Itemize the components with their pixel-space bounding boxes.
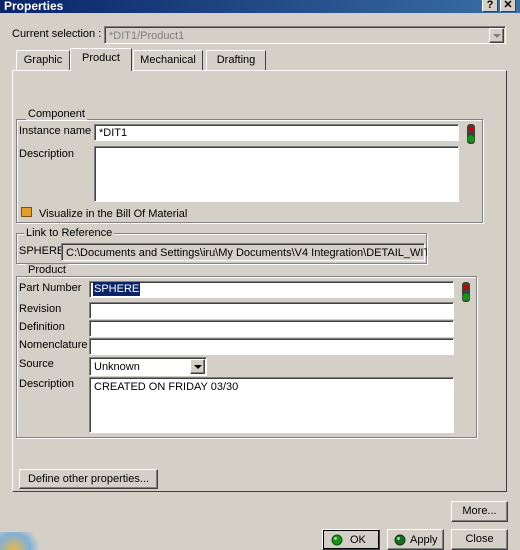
link-path-field[interactable]: C:\Documents and Settings\iru\My Documen… bbox=[61, 243, 427, 261]
link-name: SPHERE bbox=[19, 245, 65, 257]
part-number-label: Part Number bbox=[19, 282, 82, 294]
part-number-field[interactable]: SPHERE bbox=[89, 281, 454, 298]
tab-product-label: Product bbox=[82, 52, 120, 64]
define-other-properties-button[interactable]: Define other properties... bbox=[19, 469, 158, 489]
instance-name-value: *DIT1 bbox=[99, 127, 128, 139]
apply-icon bbox=[394, 534, 406, 546]
window-title: Properties bbox=[4, 0, 64, 13]
current-selection-dropdown-button[interactable] bbox=[489, 28, 504, 43]
source-value: Unknown bbox=[94, 361, 140, 373]
instance-name-label: Instance name bbox=[19, 125, 92, 137]
ok-icon bbox=[331, 534, 343, 546]
chevron-down-icon bbox=[493, 34, 501, 38]
bom-label: Visualize in the Bill Of Material bbox=[39, 208, 188, 220]
chevron-down-icon bbox=[194, 365, 202, 369]
nomenclature-field[interactable] bbox=[89, 338, 454, 355]
traffic-light-icon bbox=[462, 282, 470, 302]
revision-label: Revision bbox=[19, 303, 62, 315]
current-selection-combo[interactable]: *DIT1/Product1 bbox=[104, 26, 506, 44]
close-window-button[interactable]: ✕ bbox=[500, 0, 516, 12]
apply-button[interactable]: Apply bbox=[387, 529, 444, 550]
nomenclature-label: Nomenclature bbox=[19, 339, 88, 351]
current-selection-value: *DIT1/Product1 bbox=[109, 30, 185, 42]
source-dropdown-button[interactable] bbox=[190, 359, 205, 374]
ok-label: OK bbox=[350, 534, 366, 546]
more-button[interactable]: More... bbox=[451, 501, 508, 522]
revision-value bbox=[91, 303, 97, 305]
close-button[interactable]: Close bbox=[451, 529, 508, 550]
component-description-field[interactable] bbox=[94, 146, 459, 202]
source-label: Source bbox=[19, 358, 54, 370]
component-group-title: Component bbox=[26, 108, 87, 120]
bom-checkbox[interactable] bbox=[21, 207, 32, 217]
tab-drafting-label: Drafting bbox=[216, 54, 256, 66]
component-description-value bbox=[96, 147, 102, 149]
definition-label: Definition bbox=[19, 321, 65, 333]
instance-name-field[interactable]: *DIT1 bbox=[94, 124, 459, 141]
help-button[interactable]: ? bbox=[482, 0, 498, 12]
definition-value bbox=[91, 321, 97, 323]
component-description-label: Description bbox=[19, 148, 75, 160]
ok-button[interactable]: OK bbox=[322, 529, 380, 550]
background-logo bbox=[0, 532, 46, 550]
tab-mechanical-label: Mechanical bbox=[140, 54, 196, 66]
nomenclature-value bbox=[91, 339, 97, 341]
tab-mechanical[interactable]: Mechanical bbox=[133, 50, 203, 70]
product-description-field[interactable]: CREATED ON FRIDAY 03/30 bbox=[89, 377, 454, 433]
link-group-title: Link to Reference bbox=[24, 227, 115, 239]
product-description-value: CREATED ON FRIDAY 03/30 bbox=[94, 381, 239, 393]
definition-field[interactable] bbox=[89, 320, 454, 337]
source-select[interactable]: Unknown bbox=[89, 357, 207, 376]
tab-product[interactable]: Product bbox=[70, 48, 132, 71]
apply-label: Apply bbox=[410, 534, 438, 546]
current-selection-label: Current selection : bbox=[12, 28, 102, 40]
tab-drafting[interactable]: Drafting bbox=[206, 50, 266, 70]
tab-graphic-label: Graphic bbox=[23, 54, 63, 66]
link-path-value: C:\Documents and Settings\iru\My Documen… bbox=[66, 247, 427, 259]
traffic-light-icon bbox=[467, 124, 475, 144]
title-bar: Properties ? ✕ bbox=[0, 0, 520, 13]
product-description-label: Description bbox=[19, 378, 75, 390]
product-group-title: Product bbox=[26, 264, 68, 276]
revision-field[interactable] bbox=[89, 302, 454, 319]
part-number-value: SPHERE bbox=[93, 282, 141, 296]
tab-graphic[interactable]: Graphic bbox=[16, 50, 70, 70]
